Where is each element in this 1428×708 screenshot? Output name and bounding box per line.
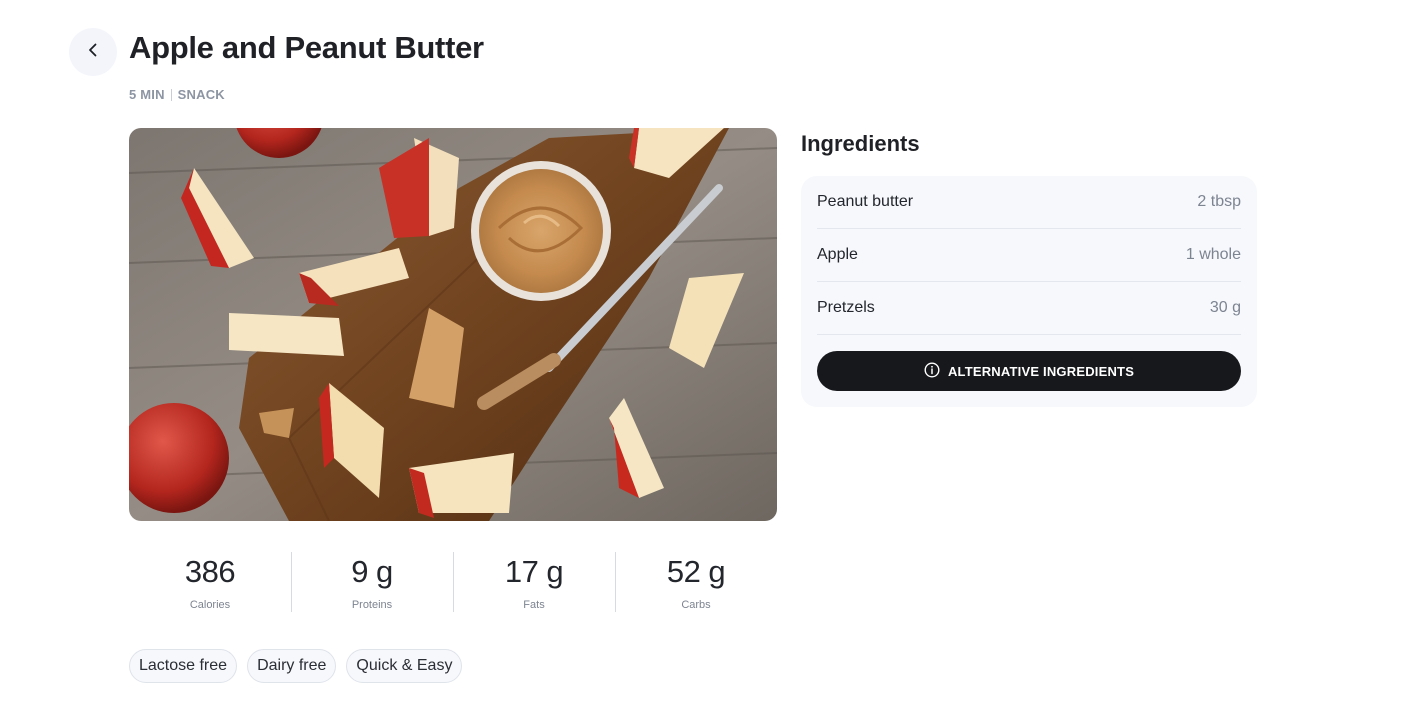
nutrition-carbs: 52 g Carbs xyxy=(615,552,777,614)
tag-lactose-free: Lactose free xyxy=(129,649,238,683)
nutrition-label: Calories xyxy=(189,599,231,611)
nutrition-value: 9 g xyxy=(351,554,393,589)
ingredient-row: Pretzels 30 g xyxy=(817,282,1241,335)
info-icon xyxy=(924,361,940,381)
tag-dairy-free: Dairy free xyxy=(247,649,337,683)
alternative-ingredients-button[interactable]: ALTERNATIVE INGREDIENTS xyxy=(817,351,1241,391)
ingredient-row: Apple 1 whole xyxy=(817,229,1241,282)
page-title: Apple and Peanut Butter xyxy=(129,30,484,65)
meta-divider xyxy=(170,89,172,101)
ingredient-quantity: 2 tbsp xyxy=(1197,193,1241,210)
nutrition-value: 52 g xyxy=(666,554,726,589)
nutrition-summary: 386 Calories 9 g Proteins 17 g Fats 52 g… xyxy=(129,552,777,614)
nutrition-label: Carbs xyxy=(681,599,711,611)
ingredient-quantity: 30 g xyxy=(1209,299,1241,316)
tag-quick-easy: Quick & Easy xyxy=(346,649,463,683)
ingredient-name: Apple xyxy=(817,246,858,263)
meal-category: SNACK xyxy=(177,87,225,102)
ingredient-name: Pretzels xyxy=(817,299,875,316)
nutrition-value: 17 g xyxy=(504,554,564,589)
alternative-ingredients-label: ALTERNATIVE INGREDIENTS xyxy=(947,363,1135,379)
nutrition-proteins: 9 g Proteins xyxy=(291,552,453,614)
nutrition-fats: 17 g Fats xyxy=(453,552,615,614)
recipe-meta: 5 MIN SNACK xyxy=(129,87,225,103)
nutrition-value: 386 xyxy=(184,554,236,589)
ingredients-card: Peanut butter 2 tbsp Apple 1 whole Pretz… xyxy=(801,176,1257,407)
recipe-photo xyxy=(129,128,777,521)
nutrition-label: Fats xyxy=(523,599,545,611)
back-button[interactable] xyxy=(69,28,117,76)
nutrition-calories: 386 Calories xyxy=(129,552,291,614)
ingredient-name: Peanut butter xyxy=(817,193,914,210)
cook-time: 5 MIN xyxy=(129,87,165,102)
nutrition-label: Proteins xyxy=(351,599,393,611)
ingredient-quantity: 1 whole xyxy=(1185,246,1241,263)
ingredient-row: Peanut butter 2 tbsp xyxy=(817,176,1241,229)
diet-tags: Lactose free Dairy free Quick & Easy xyxy=(129,649,463,683)
chevron-left-icon xyxy=(85,42,101,63)
ingredients-heading: Ingredients xyxy=(801,131,920,156)
